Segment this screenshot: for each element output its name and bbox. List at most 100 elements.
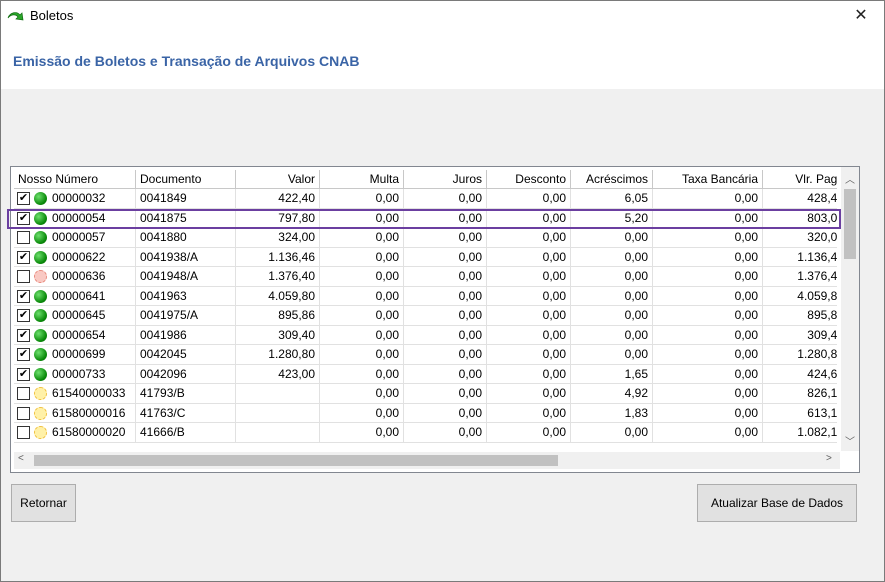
- table-row[interactable]: ✔ 00000733 0042096 423,00 0,00 0,00 0,00 1,65 0,…: [14, 364, 837, 384]
- pago-cell: 826,12: [763, 384, 837, 404]
- window-title: Boletos: [30, 8, 74, 23]
- doc-cell: 0041975/A: [136, 306, 236, 326]
- pago-cell: 1.082,13: [763, 423, 837, 443]
- scroll-down-icon[interactable]: ﹀: [845, 433, 855, 448]
- column-nosso-numero[interactable]: Nosso Número: [14, 170, 136, 189]
- acresc-cell: 0,00: [571, 306, 653, 326]
- multa-cell: 0,00: [320, 247, 404, 267]
- valor-cell: [236, 403, 320, 423]
- table-row[interactable]: ✔ 00000054 0041875 797,80 0,00 0,00 0,00 5,20 0,…: [14, 208, 837, 228]
- desconto-cell: 0,00: [487, 189, 571, 209]
- table-row[interactable]: 00000057 0041880 324,00 0,00 0,00 0,00 0,00 0,0…: [14, 228, 837, 248]
- vertical-scrollbar[interactable]: ︿ ﹀: [841, 167, 859, 451]
- row-checkbox[interactable]: [17, 426, 30, 439]
- vertical-scroll-thumb[interactable]: [844, 189, 856, 259]
- row-checkbox[interactable]: ✔: [17, 289, 30, 303]
- taxa-cell: 0,00: [653, 247, 763, 267]
- table-row[interactable]: ✔ 00000654 0041986 309,40 0,00 0,00 0,00 0,00 0,…: [14, 325, 837, 345]
- column-valor[interactable]: Valor: [236, 170, 320, 189]
- column-acrescimos[interactable]: Acréscimos: [571, 170, 653, 189]
- acresc-cell: 0,00: [571, 325, 653, 345]
- nosso-numero-cell: ✔ 00000733: [14, 364, 136, 384]
- scroll-left-icon[interactable]: <: [18, 453, 24, 464]
- row-checkbox[interactable]: ✔: [17, 348, 30, 361]
- scroll-up-icon[interactable]: ︿: [845, 171, 855, 186]
- desconto-cell: 0,00: [487, 423, 571, 443]
- taxa-cell: 0,00: [653, 423, 763, 443]
- row-checkbox[interactable]: [17, 231, 30, 244]
- acresc-cell: 0,00: [571, 228, 653, 248]
- status-green-icon: [34, 250, 47, 264]
- pago-cell: 424,65: [763, 365, 837, 384]
- nosso-numero-cell: ✔ 00000032: [14, 189, 136, 209]
- desconto-cell: 0,00: [487, 384, 571, 404]
- status-green-icon: [34, 348, 47, 361]
- column-vlr-pago[interactable]: Vlr. Pago: [763, 170, 837, 189]
- column-juros[interactable]: Juros: [404, 170, 487, 189]
- table-row[interactable]: ✔ 00000645 0041975/A 895,86 0,00 0,00 0,00 0,00…: [14, 306, 837, 326]
- nosso-numero-text: 00000054: [52, 210, 106, 225]
- taxa-cell: 0,00: [653, 403, 763, 423]
- desconto-cell: 0,00: [487, 345, 571, 365]
- table-row[interactable]: ✔ 00000622 0041938/A 1.136,46 0,00 0,00 0,00 0,…: [14, 247, 837, 267]
- multa-cell: 0,00: [320, 208, 404, 228]
- nosso-numero-text: 00000622: [52, 249, 106, 264]
- table-row[interactable]: 61540000033 41793/B 0,00 0,00 0,00 4,92 0,00 82…: [14, 384, 837, 404]
- nosso-numero-cell: 61540000033: [14, 384, 136, 404]
- retornar-button[interactable]: Retornar: [11, 484, 76, 522]
- table-row[interactable]: ✔ 00000032 0041849 422,40 0,00 0,00 0,00 6,05 0,…: [14, 189, 837, 209]
- desconto-cell: 0,00: [487, 228, 571, 248]
- taxa-cell: 0,00: [653, 286, 763, 306]
- column-documento[interactable]: Documento: [136, 170, 236, 189]
- row-checkbox[interactable]: [17, 270, 30, 283]
- table-row[interactable]: ✔ 00000641 0041963 4.059,80 0,00 0,00 0,00 0,00…: [14, 286, 837, 306]
- nosso-numero-cell: ✔ 00000699: [14, 345, 136, 365]
- nosso-numero-text: 00000699: [52, 347, 106, 361]
- column-multa[interactable]: Multa: [320, 170, 404, 189]
- horizontal-scroll-thumb[interactable]: [34, 455, 558, 466]
- desconto-cell: 0,00: [487, 247, 571, 267]
- nosso-numero-cell: ✔ 00000054: [14, 208, 136, 228]
- acresc-cell: 6,05: [571, 189, 653, 209]
- row-checkbox[interactable]: ✔: [17, 211, 30, 225]
- multa-cell: 0,00: [320, 403, 404, 423]
- status-green-icon: [34, 231, 47, 244]
- desconto-cell: 0,00: [487, 325, 571, 345]
- column-desconto[interactable]: Desconto: [487, 170, 571, 189]
- nosso-numero-text: 00000641: [52, 288, 106, 303]
- juros-cell: 0,00: [404, 189, 487, 209]
- row-checkbox[interactable]: [17, 387, 30, 400]
- title-bar: Boletos ✕: [1, 1, 884, 31]
- juros-cell: 0,00: [404, 286, 487, 306]
- pago-cell: 309,40: [763, 326, 837, 345]
- row-checkbox[interactable]: ✔: [17, 192, 30, 205]
- doc-cell: 0041986: [136, 325, 236, 345]
- valor-cell: 797,80: [236, 208, 320, 228]
- table-row[interactable]: 61580000020 41666/B 0,00 0,00 0,00 0,00 0,00 1.…: [14, 423, 837, 443]
- row-checkbox[interactable]: ✔: [17, 328, 30, 342]
- row-checkbox[interactable]: ✔: [17, 250, 30, 264]
- nosso-numero-text: 61580000020: [52, 425, 126, 439]
- table-row[interactable]: ✔ 00000699 0042045 1.280,80 0,00 0,00 0,00 0,00…: [14, 345, 837, 365]
- juros-cell: 0,00: [404, 306, 487, 326]
- horizontal-scrollbar[interactable]: < >: [14, 452, 840, 469]
- valor-cell: 309,40: [236, 325, 320, 345]
- table-row[interactable]: 61580000016 41763/C 0,00 0,00 0,00 1,83 0,00 61…: [14, 403, 837, 423]
- column-taxa-bancaria[interactable]: Taxa Bancária: [653, 170, 763, 189]
- table-row[interactable]: 00000636 0041948/A 1.376,40 0,00 0,00 0,00 0,0…: [14, 267, 837, 287]
- multa-cell: 0,00: [320, 306, 404, 326]
- row-checkbox[interactable]: [17, 406, 30, 420]
- taxa-cell: 0,00: [653, 208, 763, 228]
- row-checkbox[interactable]: ✔: [17, 367, 30, 381]
- doc-cell: 0042096: [136, 364, 236, 384]
- taxa-cell: 0,00: [653, 228, 763, 248]
- juros-cell: 0,00: [404, 267, 487, 287]
- doc-cell: 0041938/A: [136, 247, 236, 267]
- atualizar-base-de-dados-button[interactable]: Atualizar Base de Dados: [697, 484, 857, 522]
- row-checkbox[interactable]: ✔: [17, 309, 30, 322]
- scroll-right-icon[interactable]: >: [826, 453, 832, 464]
- status-green-icon: [34, 367, 47, 381]
- valor-cell: 1.136,46: [236, 247, 320, 267]
- close-button[interactable]: ✕: [838, 1, 884, 31]
- valor-cell: [236, 384, 320, 404]
